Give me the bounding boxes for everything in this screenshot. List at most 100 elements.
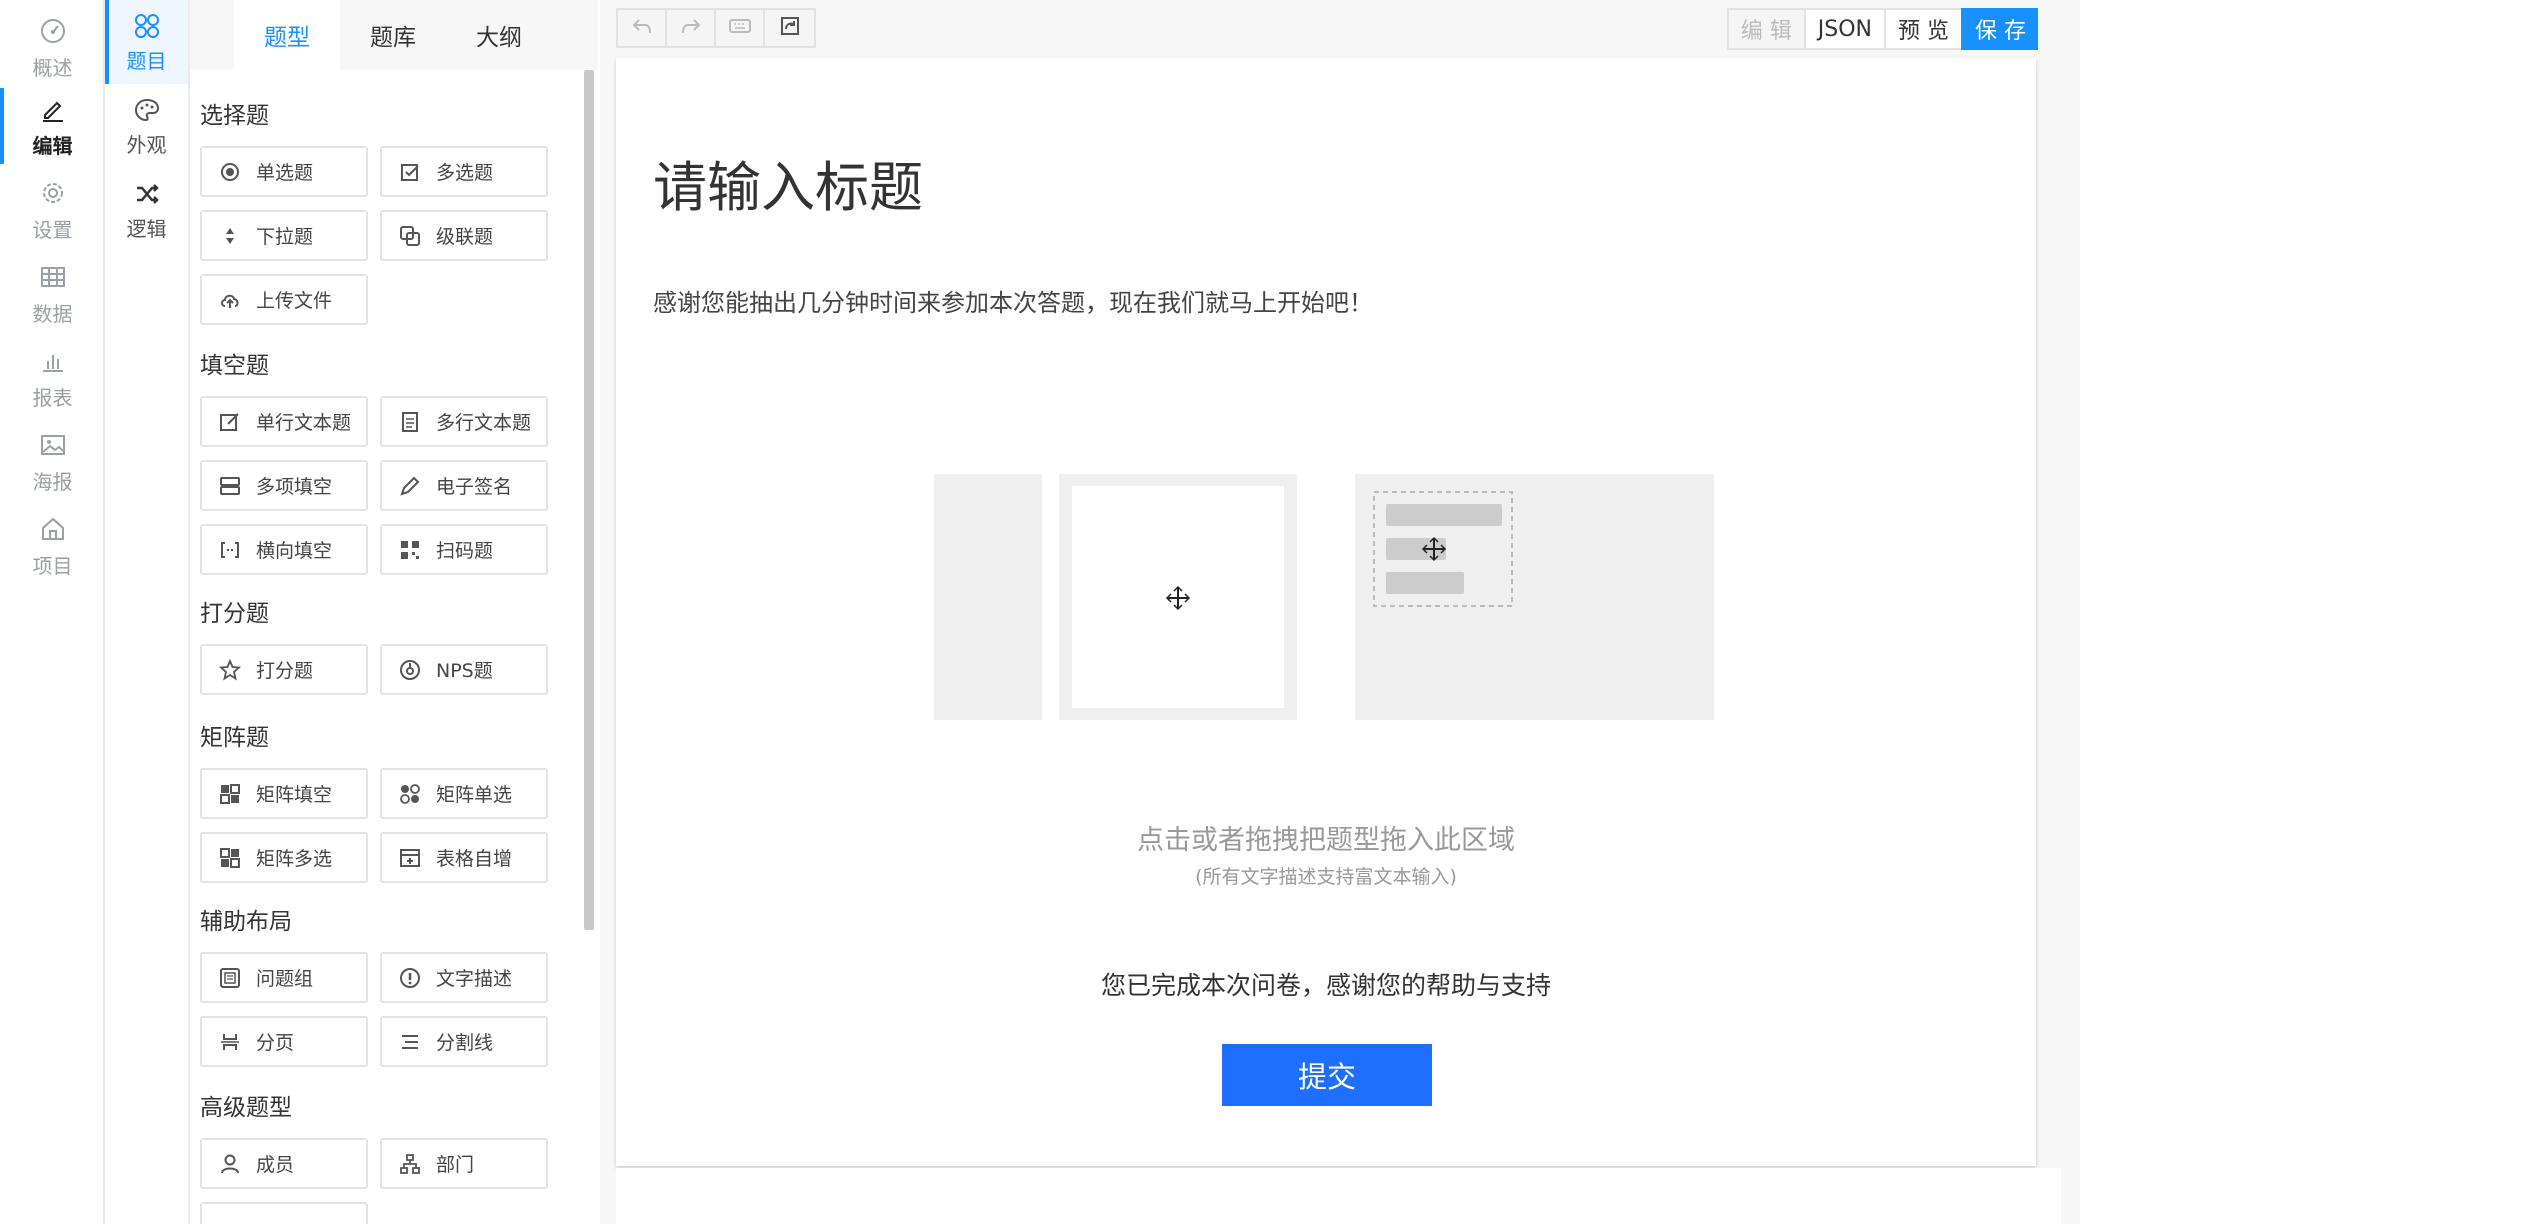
nav-poster-label: 海报 xyxy=(32,469,73,494)
survey-title[interactable]: 请输入标题 xyxy=(653,143,923,222)
qtype-multi-fill[interactable]: 多项填空 xyxy=(200,460,368,511)
survey-description[interactable]: 感谢您能抽出几分钟时间来参加本次答题，现在我们就马上开始吧！ xyxy=(653,283,1373,318)
qtype-e-signature[interactable]: 电子签名 xyxy=(380,460,548,511)
crop-refresh-icon xyxy=(779,15,801,41)
qtype-department[interactable]: 部门 xyxy=(380,1138,548,1189)
question-type-panel: 题型 题库 大纲 选择题 单选题 多选题 下拉题 级联题 上传文件 填空题 单行… xyxy=(190,0,598,1224)
keyboard-icon xyxy=(728,15,752,41)
nav-data[interactable]: 数据 xyxy=(0,252,105,336)
nav-logic-label: 逻辑 xyxy=(126,216,167,241)
keyboard-button[interactable] xyxy=(716,10,765,46)
nav-report-label: 报表 xyxy=(32,385,73,410)
nav-data-label: 数据 xyxy=(32,301,73,326)
finish-message[interactable]: 您已完成本次问卷，感谢您的帮助与支持 xyxy=(616,966,2036,1002)
cloud-upload-icon xyxy=(218,288,242,312)
nav-settings-label: 设置 xyxy=(32,217,73,242)
tab-question-bank[interactable]: 题库 xyxy=(340,0,446,70)
qtype-multi-line-text[interactable]: 多行文本题 xyxy=(380,396,548,447)
right-blank-area xyxy=(2080,0,2547,1224)
qtype-table-auto-add[interactable]: 表格自增 xyxy=(380,832,548,883)
shuffle-icon xyxy=(132,179,162,209)
panel-tabs: 题型 题库 大纲 xyxy=(190,0,598,70)
bar-chart-icon xyxy=(38,346,68,376)
qtype-member[interactable]: 成员 xyxy=(200,1138,368,1189)
qtype-scan-code[interactable]: 扫码题 xyxy=(380,524,548,575)
qtype-nps[interactable]: NPS题 xyxy=(380,644,548,695)
qtype-inline-fill[interactable]: 横向填空 xyxy=(200,524,368,575)
nav-overview-label: 概述 xyxy=(32,55,73,80)
stacked-fields-icon xyxy=(218,474,242,498)
exclamation-circle-icon xyxy=(398,966,422,990)
action-toolbar: 编 辑 JSON 预 览 保 存 xyxy=(1726,8,2038,50)
nav-overview[interactable]: 概述 xyxy=(0,6,105,90)
tab-question-types[interactable]: 题型 xyxy=(234,0,340,70)
nav-settings[interactable]: 设置 xyxy=(0,168,105,252)
sort-arrows-icon xyxy=(218,224,242,248)
undo-button[interactable] xyxy=(618,10,667,46)
nav-report[interactable]: 报表 xyxy=(0,336,105,420)
primary-nav: 概述 编辑 设置 数据 报表 海报 项目 xyxy=(0,0,105,1224)
qtype-dropdown[interactable]: 下拉题 xyxy=(200,210,368,261)
screenshot-button[interactable] xyxy=(765,10,814,46)
json-button[interactable]: JSON xyxy=(1803,8,1884,50)
submit-button[interactable]: 提交 xyxy=(1222,1044,1432,1106)
gauge-icon xyxy=(398,658,422,682)
group-title-matrix: 矩阵题 xyxy=(200,725,269,751)
drop-zone-illustration[interactable] xyxy=(934,474,1714,724)
qtype-question-group[interactable]: 问题组 xyxy=(200,952,368,1003)
redo-button[interactable] xyxy=(667,10,716,46)
qtype-multi-choice[interactable]: 多选题 xyxy=(380,146,548,197)
pen-icon xyxy=(398,474,422,498)
qtype-rating[interactable]: 打分题 xyxy=(200,644,368,695)
edit-button[interactable]: 编 辑 xyxy=(1726,8,1804,50)
matrix-checkbox-icon xyxy=(218,846,242,870)
qtype-divider[interactable]: 分割线 xyxy=(380,1016,548,1067)
copy-icon xyxy=(398,224,422,248)
nav-project[interactable]: 项目 xyxy=(0,504,105,588)
nav-questions[interactable]: 题目 xyxy=(105,0,188,84)
table-icon xyxy=(38,262,68,292)
nav-poster[interactable]: 海报 xyxy=(0,420,105,504)
palette-icon xyxy=(132,95,162,125)
document-icon xyxy=(398,410,422,434)
group-title-advanced: 高级题型 xyxy=(200,1095,292,1121)
grid-circles-icon xyxy=(132,11,162,41)
redo-icon xyxy=(680,15,702,41)
tab-outline[interactable]: 大纲 xyxy=(446,0,552,70)
nav-logic[interactable]: 逻辑 xyxy=(105,168,188,252)
group-box-icon xyxy=(218,966,242,990)
group-title-choice: 选择题 xyxy=(200,103,269,129)
preview-button[interactable]: 预 览 xyxy=(1884,8,1961,50)
nav-questions-label: 题目 xyxy=(126,48,167,73)
divider-lines-icon xyxy=(398,1030,422,1054)
user-icon xyxy=(218,1152,242,1176)
qtype-text-description[interactable]: 文字描述 xyxy=(380,952,548,1003)
qtype-matrix-single[interactable]: 矩阵单选 xyxy=(380,768,548,819)
drop-hint: 点击或者拖拽把题型拖入此区域 xyxy=(1137,825,1515,856)
qtype-matrix-fill[interactable]: 矩阵填空 xyxy=(200,768,368,819)
paper-next-page xyxy=(616,1168,2061,1224)
drop-hint-sub: (所有文字描述支持富文本输入) xyxy=(1195,866,1457,888)
table-add-icon xyxy=(398,846,422,870)
secondary-nav: 题目 外观 逻辑 xyxy=(105,0,190,1224)
nav-project-label: 项目 xyxy=(32,553,73,578)
nav-appearance-label: 外观 xyxy=(126,132,167,157)
qtype-partial-next[interactable] xyxy=(200,1202,368,1224)
qtype-single-choice[interactable]: 单选题 xyxy=(200,146,368,197)
qtype-single-line-text[interactable]: 单行文本题 xyxy=(200,396,368,447)
qtype-upload-file[interactable]: 上传文件 xyxy=(200,274,368,325)
save-button[interactable]: 保 存 xyxy=(1961,8,2038,50)
survey-paper: 请输入标题 感谢您能抽出几分钟时间来参加本次答题，现在我们就马上开始吧！ 点击或… xyxy=(616,58,2036,1166)
matrix-radio-icon xyxy=(398,782,422,806)
qtype-pagination[interactable]: 分页 xyxy=(200,1016,368,1067)
nav-appearance[interactable]: 外观 xyxy=(105,84,188,168)
nav-edit[interactable]: 编辑 xyxy=(0,84,105,168)
dashboard-icon xyxy=(38,16,68,46)
group-title-rating: 打分题 xyxy=(200,601,269,627)
checkbox-icon xyxy=(398,160,422,184)
qtype-cascade[interactable]: 级联题 xyxy=(380,210,548,261)
qtype-matrix-multi[interactable]: 矩阵多选 xyxy=(200,832,368,883)
panel-scrollbar[interactable] xyxy=(584,70,594,930)
gear-icon xyxy=(38,178,68,208)
nav-edit-label: 编辑 xyxy=(32,133,73,158)
